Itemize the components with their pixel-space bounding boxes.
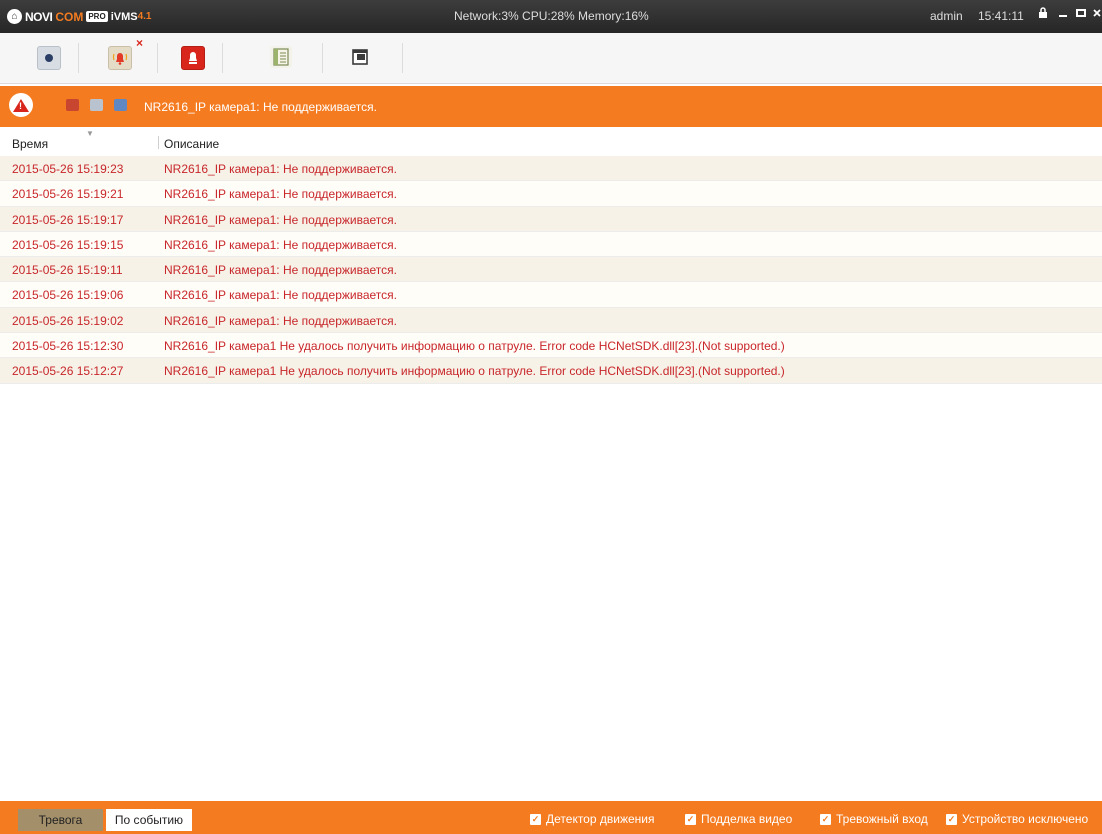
logo-product: iVMS [110,10,138,23]
title-bar: ⌂ NOVI COM PRO iVMS 4.1 Network:3% CPU:2… [0,0,1102,33]
table-header: ▼ Время Описание [0,128,1102,157]
row-description: NR2616_IP камера1: Не поддерживается. [164,162,398,176]
row-description: NR2616_IP камера1: Не поддерживается. [164,212,398,227]
alarm-device-icon [189,52,197,64]
checkbox-checked-icon[interactable]: ✓ [820,813,831,825]
column-divider[interactable] [158,136,159,149]
row-time: 2015-05-26 15:19:02 [12,313,124,328]
alarm-device-button[interactable] [181,46,205,70]
row-time: 2015-05-26 15:12:30 [12,339,124,354]
filter-label: Устройство исключено [962,812,1089,826]
row-description: NR2616_IP камера1: Не поддерживается. [164,263,398,278]
filter-alarm-input[interactable]: ✓ Тревожный вход [820,812,928,826]
filter-label: Подделка видео [701,812,793,826]
table-row[interactable]: 2015-05-26 15:19:11 NR2616_IP камера1: Н… [0,257,1102,283]
clock: 15:41:11 [978,9,1024,23]
filter-label: Тревожный вход [836,812,928,826]
minimize-icon[interactable] [1056,7,1070,23]
toolbar-divider [222,43,223,73]
row-time: 2015-05-26 15:19:11 [12,263,123,278]
row-time: 2015-05-26 15:19:06 [12,288,124,303]
toolbar-divider [78,43,79,73]
event-list-icon [273,48,289,66]
alarm-banner: ! NR2616_IP камера1: Не поддерживается. [0,86,1102,127]
lock-icon[interactable] [1036,7,1050,23]
row-time: 2015-05-26 15:19:23 [12,162,124,176]
current-user[interactable]: admin [930,9,963,23]
panel-button[interactable] [349,46,371,68]
table-row[interactable]: 2015-05-26 15:19:23 NR2616_IP камера1: Н… [0,156,1102,182]
row-time: 2015-05-26 15:12:27 [12,364,124,379]
logo-pro-badge: PRO [86,11,108,22]
main-toolbar: × [0,33,1102,84]
record-icon [45,54,53,62]
alarm-bell-icon [112,53,128,65]
table-row[interactable]: 2015-05-26 15:19:15 NR2616_IP камера1: Н… [0,231,1102,258]
system-info: Network:3% CPU:28% Memory:16% [454,9,649,23]
maximize-icon[interactable] [1074,7,1088,23]
camera-alarm-icon[interactable] [66,99,79,111]
table-row[interactable]: 2015-05-26 15:19:21 NR2616_IP камера1: Н… [0,181,1102,207]
logo-version: 4.1 [137,11,152,22]
row-time: 2015-05-26 15:19:17 [12,212,124,227]
toolbar-divider [402,43,403,73]
alarm-warning-icon[interactable]: ! [9,93,33,117]
table-row[interactable]: 2015-05-26 15:12:30 NR2616_IP камера1 Не… [0,333,1102,359]
row-time: 2015-05-26 15:19:15 [12,237,124,252]
clear-alarm-icon[interactable]: × [136,36,143,50]
row-description: NR2616_IP камера1: Не поддерживается. [164,313,398,328]
table-row[interactable]: 2015-05-26 15:19:17 NR2616_IP камера1: Н… [0,206,1102,232]
logo-brand-accent: COM [55,9,84,24]
device-exception-icon[interactable] [114,99,127,111]
tab-by-event[interactable]: По событию [106,809,192,831]
sort-arrow-icon[interactable]: ▼ [86,129,94,138]
row-description: NR2616_IP камера1: Не поддерживается. [164,288,398,303]
toolbar-divider [322,43,323,73]
row-time: 2015-05-26 15:19:21 [12,187,124,202]
column-header-time[interactable]: Время [12,137,48,151]
alarm-bell-button[interactable] [108,46,132,70]
column-header-description[interactable]: Описание [164,137,219,151]
record-button[interactable] [37,46,61,70]
row-description: NR2616_IP камера1 Не удалось получить ин… [164,364,785,379]
filter-label: Детектор движения [546,812,655,826]
checkbox-checked-icon[interactable]: ✓ [530,813,541,825]
status-bar: Тревога По событию ✓ Детектор движения ✓… [0,801,1102,834]
toolbar-divider [157,43,158,73]
event-table-body: 2015-05-26 15:19:23 NR2616_IP камера1: Н… [0,156,1102,384]
checkbox-checked-icon[interactable]: ✓ [946,813,957,825]
event-list-button[interactable] [270,46,292,68]
row-description: NR2616_IP камера1: Не поддерживается. [164,237,398,252]
alarm-message: NR2616_IP камера1: Не поддерживается. [144,100,378,114]
checkbox-checked-icon[interactable]: ✓ [685,813,696,825]
tab-alarm[interactable]: Тревога [18,809,103,831]
row-description: NR2616_IP камера1: Не поддерживается. [164,187,398,202]
filter-device-exception[interactable]: ✓ Устройство исключено [946,812,1102,826]
table-row[interactable]: 2015-05-26 15:12:27 NR2616_IP камера1 Не… [0,358,1102,384]
row-description: NR2616_IP камера1 Не удалось получить ин… [164,339,785,354]
home-icon: ⌂ [7,9,22,24]
filter-motion-detection[interactable]: ✓ Детектор движения [530,812,654,826]
table-row[interactable]: 2015-05-26 15:19:06 NR2616_IP камера1: Н… [0,282,1102,308]
panel-icon [352,49,368,65]
close-icon[interactable] [1092,7,1102,23]
video-tamper-icon[interactable] [90,99,103,111]
app-logo: ⌂ NOVI COM PRO iVMS 4.1 [7,8,152,25]
table-row[interactable]: 2015-05-26 15:19:02 NR2616_IP камера1: Н… [0,307,1102,334]
logo-brand: NOVI [25,9,53,24]
filter-video-tampering[interactable]: ✓ Подделка видео [685,812,792,826]
